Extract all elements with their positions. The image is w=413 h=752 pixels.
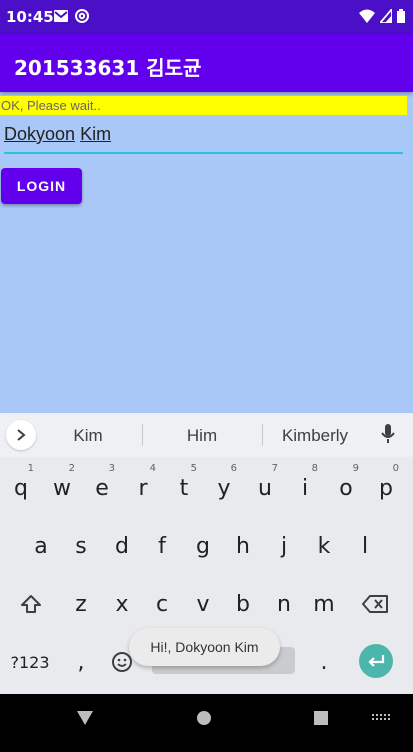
recents-icon[interactable] (314, 711, 328, 725)
key-q[interactable]: q1 (2, 463, 40, 513)
suggestion-bar: Kim Him Kimberly (0, 413, 413, 457)
key-d[interactable]: d (103, 521, 141, 571)
key-j[interactable]: j (265, 521, 303, 571)
symbols-key[interactable]: ?123 (6, 637, 54, 687)
key-a[interactable]: a (22, 521, 60, 571)
key-l[interactable]: l (346, 521, 384, 571)
key-v[interactable]: v (184, 579, 222, 629)
period-key[interactable]: . (305, 637, 343, 687)
suggestion-2[interactable]: Him (147, 426, 257, 446)
key-s[interactable]: s (62, 521, 100, 571)
name-input-first-word: Dokyoon (4, 124, 76, 144)
key-g[interactable]: g (184, 521, 222, 571)
shift-key[interactable] (12, 579, 50, 629)
key-e[interactable]: e3 (83, 463, 121, 513)
at-sign-icon (75, 9, 89, 23)
key-r[interactable]: r4 (124, 463, 162, 513)
shift-icon (21, 595, 41, 613)
wifi-icon (359, 9, 375, 23)
name-input-last-word: Kim (80, 124, 112, 144)
back-icon[interactable] (77, 711, 93, 725)
key-k[interactable]: k (305, 521, 343, 571)
key-m[interactable]: m (305, 579, 343, 629)
signal-icon (380, 9, 392, 23)
backspace-key[interactable] (356, 579, 394, 629)
login-button[interactable]: LOGIN (1, 168, 82, 204)
mail-icon (54, 10, 68, 22)
key-i[interactable]: i8 (286, 463, 324, 513)
key-y[interactable]: y6 (205, 463, 243, 513)
key-u[interactable]: u7 (246, 463, 284, 513)
key-n[interactable]: n (265, 579, 303, 629)
key-t[interactable]: t5 (165, 463, 203, 513)
microphone-icon[interactable] (380, 423, 396, 445)
status-bar: 10:45 (0, 0, 413, 34)
expand-toolbar-button[interactable] (6, 420, 36, 450)
enter-key[interactable] (359, 644, 393, 678)
keyboard-switch-icon[interactable] (372, 714, 390, 722)
suggestion-1[interactable]: Kim (33, 426, 143, 446)
key-p[interactable]: p0 (367, 463, 405, 513)
home-icon[interactable] (197, 711, 211, 725)
key-f[interactable]: f (143, 521, 181, 571)
key-x[interactable]: x (103, 579, 141, 629)
key-c[interactable]: c (143, 579, 181, 629)
status-message: OK, Please wait.. (0, 96, 407, 115)
navigation-bar (0, 694, 413, 752)
suggestion-3[interactable]: Kimberly (260, 426, 370, 446)
key-b[interactable]: b (224, 579, 262, 629)
chevron-right-icon (17, 429, 26, 441)
key-w[interactable]: w2 (43, 463, 81, 513)
toast-message: Hi!, Dokyoon Kim (129, 628, 280, 666)
battery-icon (397, 9, 405, 23)
name-input[interactable]: Dokyoon Kim (4, 124, 403, 154)
key-o[interactable]: o9 (327, 463, 365, 513)
enter-icon (368, 655, 385, 667)
app-title: 201533631 김도균 (14, 56, 202, 80)
comma-key[interactable]: , (62, 637, 100, 687)
key-h[interactable]: h (224, 521, 262, 571)
backspace-icon (362, 595, 388, 613)
status-time: 10:45 (6, 8, 54, 26)
key-z[interactable]: z (62, 579, 100, 629)
app-bar: 201533631 김도균 (0, 34, 413, 92)
